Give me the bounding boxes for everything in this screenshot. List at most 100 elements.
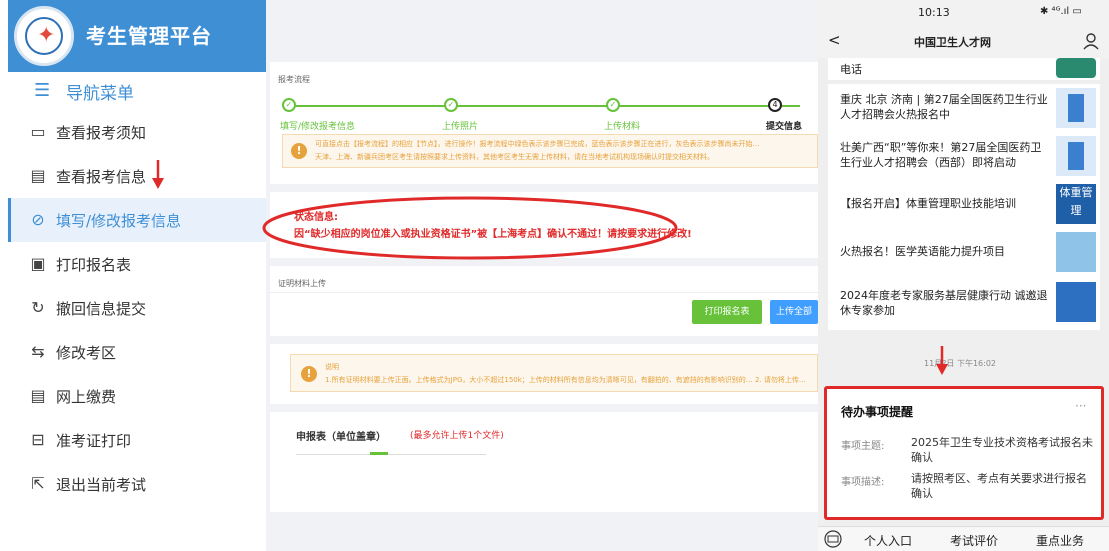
note-card: ! 说明 1.所有证明材料要上传正面。上传格式为JPG，大小不超过150k；上传… bbox=[270, 344, 818, 404]
step-2-label[interactable]: 上传照片 bbox=[442, 119, 478, 132]
sidebar-item-payment[interactable]: ▤ 网上缴费 bbox=[8, 374, 266, 418]
sidebar-item-print-form[interactable]: ▣ 打印报名表 bbox=[8, 242, 266, 286]
article-title: 壮美广西“职”等你来！第27届全国医药卫生行业人才招聘会（西部）即将启动 bbox=[840, 141, 1042, 169]
step-4-label[interactable]: 提交信息 bbox=[766, 119, 802, 132]
bottom-menu-bar: 个人入口 考试评价 重点业务 bbox=[818, 526, 1109, 551]
article-title: 【报名开启】体重管理职业技能培训 bbox=[840, 197, 1016, 210]
sidebar-item-admission-ticket[interactable]: ⊟ 准考证打印 bbox=[8, 418, 266, 462]
sidebar-item-edit-info[interactable]: ⊘ 填写/修改报考信息 bbox=[8, 198, 266, 242]
form-title: 申报表（单位盖章） bbox=[296, 432, 386, 443]
article-title: 电话 bbox=[840, 63, 862, 76]
building-thumb-icon bbox=[1056, 88, 1096, 128]
menu-personal-entry[interactable]: 个人入口 bbox=[864, 532, 912, 549]
article-title: 2024年度老专家服务基层健康行动 诚邀退休专家参加 bbox=[840, 289, 1048, 317]
flow-tip: ! 可直接点击【报考流程】的相应【节点】，进行操作！报考流程中绿色表示该步骤已完… bbox=[282, 134, 818, 168]
document-icon: ▤ bbox=[30, 386, 46, 405]
sidebar-item-label: 修改考区 bbox=[56, 344, 117, 362]
menu-key-business[interactable]: 重点业务 bbox=[1036, 532, 1084, 549]
flow-title: 报考流程 bbox=[278, 75, 310, 84]
form-card: 申报表（单位盖章） (最多允许上传1个文件) bbox=[270, 412, 818, 512]
phone-thumb-icon bbox=[1056, 58, 1096, 78]
todo-reminder-card[interactable]: 待办事项提醒 ··· 事项主题: 2025年卫生专业技术资格考试报名未确认 事项… bbox=[824, 386, 1104, 520]
article-item[interactable]: 【报名开启】体重管理职业技能培训 体重管理 bbox=[828, 180, 1100, 228]
upload-card: 证明材料上传 打印报名表 上传全部 bbox=[270, 266, 818, 336]
ticket-icon: ⊟ bbox=[31, 430, 45, 449]
sidebar-item-label: 退出当前考试 bbox=[56, 476, 147, 494]
article-item[interactable]: 2024年度老专家服务基层健康行动 诚邀退休专家参加 bbox=[828, 276, 1100, 330]
step-3-label[interactable]: 上传材料 bbox=[604, 119, 640, 132]
print-icon: ▣ bbox=[30, 254, 46, 273]
sidebar-item-label: 网上缴费 bbox=[56, 388, 117, 406]
todo-subject-value: 2025年卫生专业技术资格考试报名未确认 bbox=[911, 436, 1093, 464]
todo-desc-label: 事项描述: bbox=[841, 477, 885, 488]
keyboard-icon[interactable] bbox=[824, 530, 842, 548]
sidebar-item-withdraw[interactable]: ↻ 撤回信息提交 bbox=[8, 286, 266, 330]
building-thumb-icon bbox=[1056, 136, 1096, 176]
note-text: 1.所有证明材料要上传正面。上传格式为JPG，大小不超过150k；上传的材料所有… bbox=[325, 376, 806, 384]
annotation-arrow-down-icon bbox=[936, 346, 948, 375]
article-item[interactable]: 重庆 北京 济南 | 第27届全国医药卫生行业人才招聘会火热报名中 bbox=[828, 84, 1100, 132]
sidebar-item-label: 撤回信息提交 bbox=[56, 300, 147, 318]
sidebar: ✦ 考生管理平台 ☰ 导航菜单 ▭ 查看报考须知 ▤ 查看报考信息 ⊘ 填写/修… bbox=[8, 0, 266, 551]
exit-icon: ⇱ bbox=[31, 474, 45, 493]
step-connector bbox=[290, 105, 800, 107]
todo-desc-value: 请按照考区、考点有关要求进行报名确认 bbox=[911, 472, 1087, 500]
document-icon: ▤ bbox=[30, 166, 46, 185]
phone-topbar: < 中国卫生人才网 bbox=[818, 26, 1109, 58]
step-1-check-icon[interactable]: ✓ bbox=[282, 98, 296, 112]
platform-logo: ✦ bbox=[14, 6, 74, 66]
menu-exam-evaluation[interactable]: 考试评价 bbox=[950, 532, 998, 549]
phone-screen: 10:13 ✱ ⁴ᴳ.ıl ▭ < 中国卫生人才网 电话 重庆 北京 济南 | … bbox=[818, 0, 1109, 551]
phone-title: 中国卫生人才网 bbox=[914, 36, 991, 49]
step-4-circle[interactable]: 4 bbox=[768, 98, 782, 112]
article-item[interactable]: 电话 bbox=[828, 58, 1100, 80]
step-1-label[interactable]: 填写/修改报考信息 bbox=[280, 119, 355, 132]
step-3-check-icon[interactable]: ✓ bbox=[606, 98, 620, 112]
flow-tip-text-2: 天津、上海、新疆兵团考区考生请按照要求上传资料，其他考区考生无需上传材料，请在当… bbox=[315, 153, 714, 161]
status-time: 10:13 bbox=[918, 6, 950, 19]
nav-header[interactable]: ☰ 导航菜单 bbox=[8, 72, 266, 112]
status-signal: ✱ ⁴ᴳ.ıl ▭ bbox=[1040, 6, 1082, 17]
print-form-button[interactable]: 打印报名表 bbox=[692, 300, 762, 324]
flow-card: 报考流程 ✓ ✓ ✓ 4 填写/修改报考信息 上传照片 上传材料 提交信息 ! … bbox=[270, 62, 818, 184]
menu-icon: ☰ bbox=[34, 80, 51, 101]
todo-title: 待办事项提醒 bbox=[841, 405, 914, 419]
note-tip: ! 说明 1.所有证明材料要上传正面。上传格式为JPG，大小不超过150k；上传… bbox=[290, 354, 818, 392]
warning-icon: ! bbox=[291, 143, 307, 159]
article-item[interactable]: 火热报名！医学英语能力提升项目 bbox=[828, 228, 1100, 276]
weight-management-thumb: 体重管理 bbox=[1056, 184, 1096, 224]
sidebar-item-label: 查看报考信息 bbox=[56, 168, 147, 186]
expert-thumb-icon bbox=[1056, 282, 1096, 322]
flow-tip-text: 可直接点击【报考流程】的相应【节点】，进行操作！报考流程中绿色表示该步骤已完成，… bbox=[315, 140, 760, 148]
warning-icon: ! bbox=[301, 366, 317, 382]
note-label: 说明 bbox=[325, 363, 339, 371]
status-bar: 10:13 ✱ ⁴ᴳ.ıl ▭ bbox=[818, 0, 1109, 26]
brand-header: ✦ 考生管理平台 bbox=[8, 0, 266, 72]
brand-title: 考生管理平台 bbox=[86, 24, 212, 48]
form-limit: (最多允许上传1个文件) bbox=[410, 431, 504, 441]
sidebar-item-exit-exam[interactable]: ⇱ 退出当前考试 bbox=[8, 462, 266, 506]
sidebar-item-label: 准考证打印 bbox=[56, 432, 132, 450]
upload-progress bbox=[370, 452, 388, 455]
article-item[interactable]: 壮美广西“职”等你来！第27届全国医药卫生行业人才招聘会（西部）即将启动 bbox=[828, 132, 1100, 180]
todo-subject-label: 事项主题: bbox=[841, 441, 885, 452]
message-icon: ▭ bbox=[30, 122, 46, 141]
sidebar-item-label: 填写/修改报考信息 bbox=[56, 212, 182, 230]
nav-header-label: 导航菜单 bbox=[66, 84, 134, 104]
article-title: 火热报名！医学英语能力提升项目 bbox=[840, 245, 1005, 258]
step-2-check-icon[interactable]: ✓ bbox=[444, 98, 458, 112]
sidebar-item-label: 打印报名表 bbox=[56, 256, 132, 274]
sidebar-item-notice[interactable]: ▭ 查看报考须知 bbox=[8, 110, 266, 154]
refresh-icon: ↻ bbox=[31, 298, 45, 317]
back-icon[interactable]: < bbox=[828, 31, 841, 49]
user-icon[interactable] bbox=[1082, 32, 1100, 50]
sidebar-item-change-region[interactable]: ⇆ 修改考区 bbox=[8, 330, 266, 374]
upload-all-button[interactable]: 上传全部 bbox=[770, 300, 818, 324]
more-icon[interactable]: ··· bbox=[1075, 399, 1086, 413]
main-content: 报考流程 ✓ ✓ ✓ 4 填写/修改报考信息 上传照片 上传材料 提交信息 ! … bbox=[262, 0, 818, 551]
sidebar-item-view-info[interactable]: ▤ 查看报考信息 bbox=[8, 154, 266, 198]
swap-icon: ⇆ bbox=[31, 342, 45, 361]
check-circle-icon: ⊘ bbox=[31, 210, 45, 229]
annotation-ellipse bbox=[262, 196, 678, 260]
upload-title: 证明材料上传 bbox=[278, 279, 326, 288]
